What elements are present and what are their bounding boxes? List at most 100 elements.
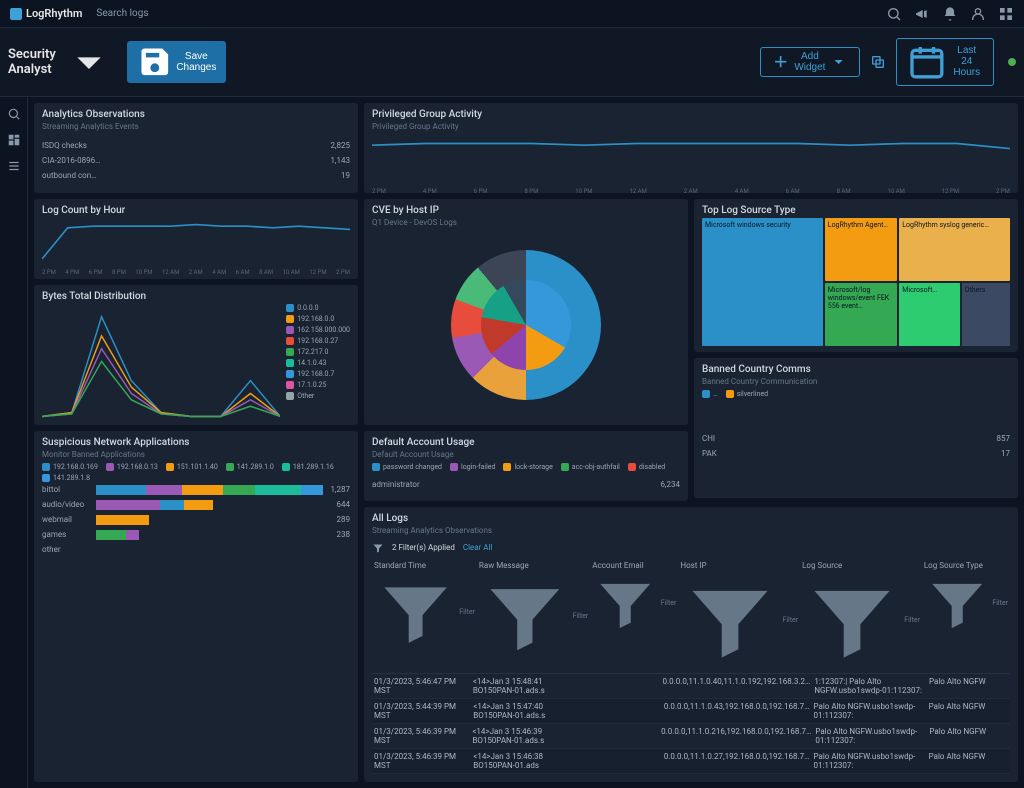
cve-sunburst-chart [372,231,680,419]
column-header[interactable]: Raw MessageFilter [479,561,588,670]
x-tick: 4 PM [423,188,437,193]
bar-label: administrator [372,480,432,489]
x-tick: 4 PM [65,269,79,276]
table-row[interactable]: 01/3/2023, 5:46:47 PM MST <14>Jan 3 15:4… [372,674,1010,699]
filter-icon[interactable] [372,542,384,554]
table-row[interactable]: 01/3/2023, 5:46:39 PM MST <14>Jan 3 15:4… [372,749,1010,774]
legend-item: silverlined [726,390,768,398]
cell-source: Palo Alto NGFW.usbo1swdp-01:112307: [814,702,925,720]
widget-default-account-usage[interactable]: Default Account Usage Default Account Us… [364,431,688,501]
column-header[interactable]: Log Source TypeFilter [924,561,1008,670]
logs-table: Standard TimeFilterRaw MessageFilterAcco… [372,558,1010,776]
column-header[interactable]: Account EmailFilter [592,561,676,670]
x-tick: 12 AM [629,188,646,193]
default-bars: administrator 6,234 [372,474,680,495]
calendar-icon [907,42,947,82]
legend-item: 17.1.0.25 [286,381,350,389]
column-header[interactable]: Log SourceFilter [802,561,920,670]
bell-icon[interactable] [942,6,958,22]
megaphone-icon[interactable] [914,6,930,22]
table-row[interactable]: 01/3/2023, 5:46:38 PM MST <14>Jan 3 15:4… [372,774,1010,776]
legend-label: acc-obj-authfail [572,463,620,471]
x-tick: 4 AM [735,188,749,193]
legend-swatch [628,463,636,471]
column-header[interactable]: Host IPFilter [680,561,798,670]
stack-track [96,485,323,495]
widget-cve-by-host-ip[interactable]: CVE by Host IP Q1 Device - DevOS Logs [364,199,688,425]
search-logs-link[interactable]: Search logs [96,8,148,19]
treemap-cell[interactable]: Microsoft/log windows/event FEK 556 even… [825,283,897,346]
column-filter[interactable]: Filter [479,570,588,662]
add-widget-button[interactable]: Add Widget [760,47,860,77]
widget-subtitle: Streaming Analytics Observations [372,526,1010,535]
product-logo: LogRhythm [10,7,82,20]
copy-icon[interactable] [870,54,886,70]
clear-filters-link[interactable]: Clear All [463,543,493,552]
widget-banned-country-comms[interactable]: Banned Country Comms Banned Country Comm… [694,358,1018,498]
treemap-cell[interactable]: LogRhythm Agent… [825,218,897,281]
legend-item: 192.168.0.169 [42,463,98,471]
cell-host: 0.0.0.0,11.1.0.216,192.168.0.0,192.168.7… [661,727,811,745]
treemap-cell[interactable]: Others [962,283,1010,346]
legend-swatch [286,392,294,400]
legend-item: password changed [372,463,442,471]
x-tick: 12 AM [162,269,179,276]
cell-host: 0.0.0.0,11.1.0.27,192.168.0.0,192.168.7… [664,752,810,770]
treemap-cell[interactable]: Microsoft windows security [702,218,823,346]
save-changes-button[interactable]: Save Changes [127,41,227,83]
time-range-button[interactable]: Last 24 Hours [896,38,994,86]
apps-icon[interactable] [998,6,1014,22]
bar-row: outbound con… 19 [42,171,350,181]
legend-item: 192.168.0.0 [286,315,350,323]
user-icon[interactable] [970,6,986,22]
legend-label: 17.1.0.25 [297,381,326,389]
table-row[interactable]: 01/3/2023, 5:44:39 PM MST <14>Jan 3 15:4… [372,699,1010,724]
bar-row: administrator 6,234 [372,479,680,489]
widget-subtitle: Q1 Device - DevOS Logs [372,218,680,227]
legend-item: 162.158.000.000 [286,326,350,334]
filter-icon [802,570,902,670]
search-icon[interactable] [7,107,21,121]
legend-swatch [106,463,114,471]
stack-value: 289 [337,515,351,524]
column-filter[interactable]: Filter [592,570,676,636]
column-filter[interactable]: Filter [802,570,920,670]
widget-top-log-source-type[interactable]: Top Log Source Type Microsoft windows se… [694,199,1018,352]
cell-host: 0.0.0.0,11.1.0.40,11.1.0.192,192.168.3.2… [663,677,811,695]
bar-row: PAK 17 [702,449,1010,459]
dashboard-icon[interactable] [7,133,21,147]
dashboard-toolbar: Security Analyst Save Changes Add Widget… [0,28,1024,97]
widget-log-count-by-hour[interactable]: Log Count by Hour 2 PM4 PM6 PM8 PM10 PM1… [34,199,358,279]
legend-swatch [702,390,710,398]
widget-bytes-total-distribution[interactable]: Bytes Total Distribution 0.0.0.0192.168.… [34,285,358,425]
stack-segment [160,500,183,510]
widget-suspicious-network-applications[interactable]: Suspicious Network Applications Monitor … [34,431,358,782]
column-filter[interactable]: Filter [680,570,798,670]
table-header: Standard TimeFilterRaw MessageFilterAcco… [372,558,1010,674]
dashboard-selector[interactable]: Security Analyst [8,34,117,90]
legend-item: 14.1.0.43 [286,359,350,367]
table-row[interactable]: 01/3/2023, 5:46:39 PM MST <14>Jan 3 15:4… [372,724,1010,749]
column-filter[interactable]: Filter [374,570,475,653]
column-filter[interactable]: Filter [924,570,1008,636]
treemap-cell[interactable]: Microsoft… [899,283,959,346]
bar-row: CIA-2016-0896… 1,143 [42,156,350,166]
widget-all-logs[interactable]: All Logs Streaming Analytics Observation… [364,507,1018,782]
widget-title: Top Log Source Type [702,205,1010,216]
cell-source: Palo Alto NGFW.usbo1swdp-01:112307: [814,752,925,770]
widget-privileged-group-activity[interactable]: Privileged Group Activity Privileged Gro… [364,103,1018,193]
filters-applied-label: 2 Filter(s) Applied [392,543,455,552]
stack-track [96,545,343,555]
widget-subtitle: Default Account Usage [372,450,680,459]
legend-label: 162.158.000.000 [297,326,350,334]
stack-label: webmail [42,515,92,524]
top-bar: LogRhythm Search logs [0,0,1024,28]
list-icon[interactable] [7,159,21,173]
search-icon[interactable] [886,6,902,22]
stack-segment [126,530,139,540]
column-header[interactable]: Standard TimeFilter [374,561,475,670]
widget-analytics-observations[interactable]: Analytics Observations Streaming Analyti… [34,103,358,193]
treemap-cell[interactable]: LogRhythm syslog generic… [899,218,1010,281]
bytes-line-chart [42,304,280,419]
cell-email [579,727,658,745]
